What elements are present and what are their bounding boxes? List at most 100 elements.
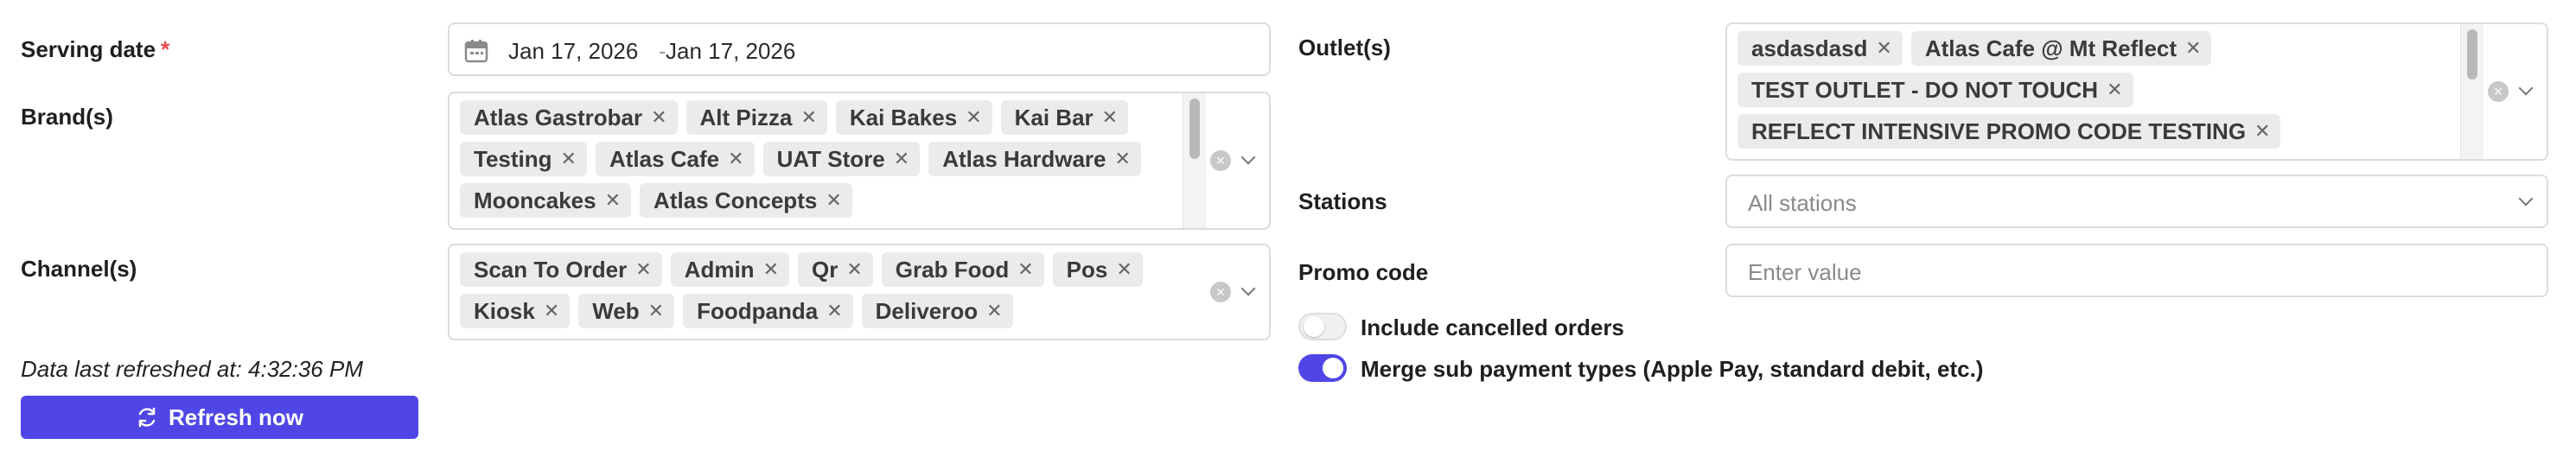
required-mark: *	[161, 36, 170, 62]
outlet-tag: asdasdasd ✕	[1738, 31, 1903, 66]
outlets-chevron-down-icon[interactable]	[2518, 80, 2534, 96]
channel-tag-label: Foodpanda	[697, 297, 819, 324]
brand-tag-label: Atlas Concepts	[654, 187, 818, 213]
refresh-now-label: Refresh now	[168, 403, 304, 430]
channel-tag: Grab Food ✕	[881, 252, 1044, 287]
brand-tag: Mooncakes ✕	[460, 183, 632, 218]
channel-tag-label: Qr	[812, 256, 838, 283]
brand-tag: UAT Store ✕	[762, 142, 921, 176]
outlets-multiselect[interactable]: asdasdasd ✕ Atlas Cafe @ Mt Reflect ✕ TEST O…	[1725, 22, 2548, 161]
channel-tag: Qr ✕	[798, 252, 873, 287]
remove-tag-icon[interactable]: ✕	[1017, 258, 1033, 281]
toggle-knob	[1323, 358, 1343, 378]
outlet-tag-label: REFLECT INTENSIVE PROMO CODE TESTING	[1751, 118, 2247, 144]
brands-chevron-down-icon[interactable]	[1240, 149, 1256, 165]
last-refreshed-text: Data last refreshed at: 4:32:36 PM	[21, 356, 363, 382]
brands-scrollbar-thumb[interactable]	[1189, 98, 1200, 159]
merge-sub-payment-label: Merge sub payment types (Apple Pay, stan…	[1361, 356, 1984, 382]
remove-tag-icon[interactable]: ✕	[651, 106, 666, 129]
channel-tag: Scan To Order ✕	[460, 252, 662, 287]
remove-tag-icon[interactable]: ✕	[1115, 148, 1131, 170]
stations-placeholder: All stations	[1748, 190, 1857, 216]
brands-multiselect[interactable]: Atlas Gastrobar ✕ Alt Pizza ✕ Kai Bakes ✕ Kai …	[448, 92, 1271, 230]
channel-tag: Kiosk ✕	[460, 294, 571, 328]
remove-tag-icon[interactable]: ✕	[635, 258, 651, 281]
remove-tag-icon[interactable]: ✕	[826, 300, 842, 322]
channels-tag-list: Scan To Order ✕ Admin ✕ Qr ✕ Grab Food ✕ Pos ✕ Kio…	[460, 252, 1169, 328]
remove-tag-icon[interactable]: ✕	[846, 258, 862, 281]
channels-chevron-down-icon[interactable]	[1240, 281, 1256, 296]
brand-tag-label: Mooncakes	[474, 187, 596, 213]
remove-tag-icon[interactable]: ✕	[763, 258, 779, 281]
promo-code-placeholder: Enter value	[1748, 259, 1862, 285]
brand-tag-label: Atlas Gastrobar	[474, 104, 643, 130]
channel-tag-label: Pos	[1066, 256, 1108, 283]
channel-tag-label: Admin	[684, 256, 755, 283]
outlets-clear-icon[interactable]: ×	[2488, 81, 2509, 102]
outlets-scrollbar-thumb[interactable]	[2467, 29, 2477, 79]
include-cancelled-label: Include cancelled orders	[1361, 314, 1624, 340]
remove-tag-icon[interactable]: ✕	[728, 148, 743, 170]
brand-tag: Atlas Concepts ✕	[640, 183, 852, 218]
remove-tag-icon[interactable]: ✕	[648, 300, 664, 322]
remove-tag-icon[interactable]: ✕	[1102, 106, 1118, 129]
channel-tag: Web ✕	[578, 294, 675, 328]
serving-date-label-text: Serving date	[21, 36, 156, 62]
promo-code-label: Promo code	[1298, 259, 1429, 285]
outlets-scrollbar[interactable]	[2460, 24, 2484, 159]
channels-multiselect[interactable]: Scan To Order ✕ Admin ✕ Qr ✕ Grab Food ✕ Pos ✕ Kio…	[448, 244, 1271, 340]
remove-tag-icon[interactable]: ✕	[894, 148, 909, 170]
brand-tag: Testing ✕	[460, 142, 587, 176]
brand-tag-label: UAT Store	[776, 145, 885, 172]
start-date-value[interactable]: Jan 17, 2026	[508, 38, 638, 65]
channel-tag-label: Scan To Order	[474, 256, 628, 283]
remove-tag-icon[interactable]: ✕	[561, 148, 577, 170]
remove-tag-icon[interactable]: ✕	[544, 300, 559, 322]
refresh-icon	[138, 407, 156, 428]
channel-tag: Foodpanda ✕	[683, 294, 853, 328]
channel-tag-label: Grab Food	[895, 256, 1010, 283]
channel-tag-label: Web	[592, 297, 640, 324]
remove-tag-icon[interactable]: ✕	[2254, 120, 2270, 143]
brands-clear-icon[interactable]: ×	[1210, 150, 1231, 171]
stations-label: Stations	[1298, 188, 1387, 214]
outlets-tag-list: asdasdasd ✕ Atlas Cafe @ Mt Reflect ✕ TEST O…	[1738, 31, 2446, 149]
channel-tag-label: Deliveroo	[875, 297, 979, 324]
remove-tag-icon[interactable]: ✕	[2107, 79, 2122, 101]
brand-tag: Kai Bar ✕	[1000, 100, 1129, 135]
remove-tag-icon[interactable]: ✕	[2185, 37, 2201, 60]
include-cancelled-toggle[interactable]	[1298, 313, 1347, 340]
remove-tag-icon[interactable]: ✕	[986, 300, 1002, 322]
remove-tag-icon[interactable]: ✕	[1116, 258, 1132, 281]
outlet-tag-label: asdasdasd	[1751, 35, 1868, 61]
serving-date-range-input[interactable]: Jan 17, 2026 - Jan 17, 2026	[448, 22, 1271, 76]
brands-tag-list: Atlas Gastrobar ✕ Alt Pizza ✕ Kai Bakes ✕ Kai …	[460, 100, 1169, 218]
serving-date-label: Serving date *	[21, 36, 169, 63]
remove-tag-icon[interactable]: ✕	[1876, 37, 1891, 60]
channel-tag: Deliveroo ✕	[861, 294, 1013, 328]
promo-code-input[interactable]: Enter value	[1725, 244, 2548, 297]
brand-tag-label: Atlas Cafe	[609, 145, 720, 172]
brand-tag: Atlas Hardware ✕	[928, 142, 1141, 176]
channel-tag-label: Kiosk	[474, 297, 535, 324]
remove-tag-icon[interactable]: ✕	[800, 106, 816, 129]
brand-tag: Atlas Gastrobar ✕	[460, 100, 678, 135]
channels-clear-icon[interactable]: ×	[1210, 282, 1231, 302]
stations-select[interactable]: All stations	[1725, 175, 2548, 228]
remove-tag-icon[interactable]: ✕	[966, 106, 981, 129]
channel-tag: Pos ✕	[1052, 252, 1143, 287]
outlet-tag: REFLECT INTENSIVE PROMO CODE TESTING ✕	[1738, 114, 2281, 149]
outlet-tag: Atlas Cafe @ Mt Reflect ✕	[1910, 31, 2212, 66]
stations-chevron-down-icon[interactable]	[2518, 191, 2534, 206]
merge-sub-payment-toggle[interactable]	[1298, 354, 1347, 382]
calendar-icon	[463, 38, 489, 68]
outlet-tag-label: Atlas Cafe @ Mt Reflect	[1924, 35, 2177, 61]
refresh-now-button[interactable]: Refresh now	[21, 396, 418, 439]
channels-label: Channel(s)	[21, 256, 137, 282]
remove-tag-icon[interactable]: ✕	[826, 189, 841, 212]
outlets-label: Outlet(s)	[1298, 35, 1391, 60]
brands-scrollbar[interactable]	[1183, 93, 1206, 228]
remove-tag-icon[interactable]: ✕	[605, 189, 621, 212]
brand-tag-label: Alt Pizza	[699, 104, 793, 130]
end-date-value[interactable]: Jan 17, 2026	[666, 38, 795, 65]
